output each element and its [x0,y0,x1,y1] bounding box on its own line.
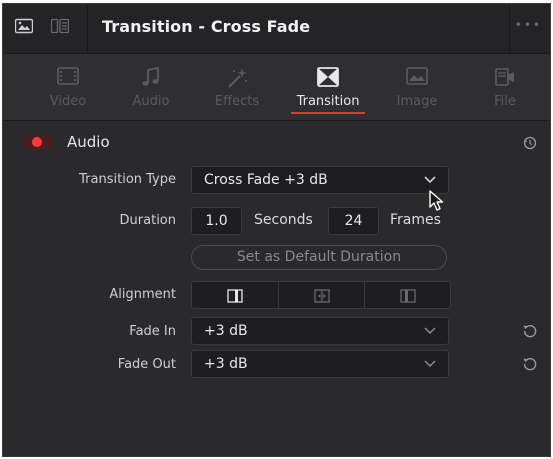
fade-out-reset-icon[interactable] [522,356,538,372]
transition-icon [316,66,340,92]
video-icon [56,66,80,90]
more-options-icon[interactable]: ••• [515,18,542,32]
fade-out-label: Fade Out [117,357,176,372]
image-view-icon[interactable] [14,18,34,34]
duration-seconds-input[interactable]: 1.0 [191,207,242,235]
chevron-down-icon [424,356,436,372]
align-start-icon [400,288,416,307]
seconds-unit-label: Seconds [254,212,313,228]
section-reset-icon[interactable] [522,135,538,151]
toggle-indicator [32,137,42,147]
align-start-button[interactable] [364,282,451,308]
alignment-segmented-control [191,281,451,309]
tab-label: Transition [296,94,360,109]
tab-transition[interactable]: Transition [283,54,373,120]
transition-type-dropdown[interactable]: Cross Fade +3 dB [191,166,449,194]
inspector-panel: Transition - Cross Fade ••• Video Audio … [2,3,551,457]
tab-video[interactable]: Video [30,54,106,120]
header-divider-right [509,4,510,53]
music-note-icon [140,66,162,92]
section-title: Audio [67,133,110,151]
tab-label: Video [49,94,87,109]
fade-in-label: Fade In [129,324,176,339]
duration-label: Duration [119,213,176,228]
set-default-duration-button[interactable]: Set as Default Duration [191,245,447,270]
tab-audio[interactable]: Audio [113,54,189,120]
split-view-icon[interactable] [50,18,70,34]
align-center-icon [314,288,330,307]
magic-wand-icon [225,66,249,94]
tab-image[interactable]: Image [379,54,455,120]
transition-type-label: Transition Type [79,172,176,187]
active-tab-indicator [291,112,365,114]
align-center-button[interactable] [278,282,365,308]
chevron-down-icon [424,323,436,339]
chevron-down-icon [424,172,436,188]
tab-effects[interactable]: Effects [197,54,277,120]
fade-out-value: +3 dB [204,356,248,372]
inspector-header: Transition - Cross Fade ••• [3,4,550,54]
fade-in-dropdown[interactable]: +3 dB [191,317,449,345]
fade-out-dropdown[interactable]: +3 dB [191,350,449,378]
alignment-label: Alignment [109,287,176,302]
header-divider [87,4,88,53]
fade-in-value: +3 dB [204,323,248,339]
duration-frames-input[interactable]: 24 [328,207,379,235]
inspector-tabs: Video Audio Effects Transition Image Fil… [3,54,550,121]
align-end-button[interactable] [192,282,278,308]
audio-transition-settings: Audio Transition Type Cross Fade +3 dB D… [3,121,550,456]
tab-label: Image [396,94,438,109]
tab-label: File [494,94,516,109]
transition-type-value: Cross Fade +3 dB [204,172,328,188]
tab-label: Audio [132,94,170,109]
tab-file[interactable]: File [467,54,543,120]
align-end-icon [227,288,243,307]
fade-in-reset-icon[interactable] [522,323,538,339]
file-icon [493,66,517,92]
mouse-pointer-icon [429,190,445,216]
audio-enable-toggle[interactable] [23,134,53,150]
panel-title: Transition - Cross Fade [102,17,311,36]
image-icon [405,66,429,90]
tab-label: Effects [214,94,260,109]
